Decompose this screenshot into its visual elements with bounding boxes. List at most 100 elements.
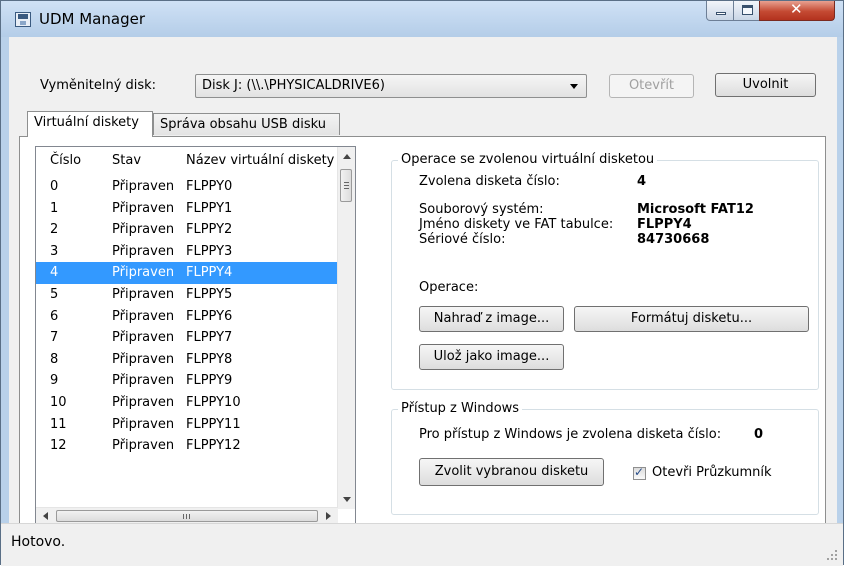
list-cell-name: FLPPY0 [186,179,233,194]
maximize-button[interactable] [733,1,760,21]
resize-grip-icon[interactable] [827,550,837,560]
list-cell-state: Připraven [112,416,175,432]
list-item[interactable]: 9 Připraven FLPPY9 [36,370,342,392]
maximize-icon [742,5,753,15]
close-button[interactable]: ✕ [759,0,835,21]
serial-value: 84730668 [637,232,710,247]
vertical-scrollbar[interactable] [337,147,355,509]
replace-from-image-button[interactable]: Nahraď z image... [419,306,564,332]
disk-select[interactable]: Disk J: (\\.\PHYSICALDRIVE6) [195,74,587,98]
close-icon: ✕ [790,0,803,18]
list-cell-number: 4 [50,265,59,281]
list-cell-name: FLPPY3 [186,243,233,259]
fat-name-label: Jméno diskety ve FAT tabulce: [419,217,614,232]
list-cell-state: Připraven [112,286,175,302]
list-cell-state: Připraven [112,265,175,281]
open-button[interactable]: Otevřít [609,74,694,98]
checkmark-icon: ✓ [634,465,645,479]
minimize-button[interactable] [706,1,734,21]
list-cell-number: 12 [50,438,67,454]
list-item[interactable]: 0 Připraven FLPPY0 [36,176,342,198]
serial-label: Sériové číslo: [419,232,506,247]
list-item[interactable]: 4 Připraven FLPPY4 [36,262,342,284]
list-cell-number: 10 [50,394,67,410]
windows-access-label: Pro přístup z Windows je zvolena disketa… [419,427,722,442]
list-cell-state: Připraven [112,330,175,346]
vertical-scroll-thumb[interactable] [340,169,352,202]
list-item[interactable]: 7 Připraven FLPPY7 [36,327,342,349]
release-button[interactable]: Uvolnit [715,73,816,97]
column-header-name[interactable]: Název virtuální diskety [186,153,334,168]
list-cell-number: 11 [50,416,67,432]
list-cell-state: Připraven [112,394,175,410]
list-cell-name: FLPPY11 [186,416,241,432]
list-cell-name: FLPPY10 [186,394,241,410]
tab-virtual-floppies[interactable]: Virtuální diskety [27,111,153,137]
list-cell-number: 7 [50,330,59,346]
list-item[interactable]: 5 Připraven FLPPY5 [36,284,342,306]
minimize-icon [716,12,726,15]
title-bar[interactable]: UDM Manager ✕ [1,0,843,37]
list-cell-name: FLPPY2 [186,222,233,238]
chevron-down-icon [570,84,578,89]
list-cell-state: Připraven [112,200,175,216]
list-cell-name: FLPPY1 [186,200,233,216]
format-floppy-button[interactable]: Formátuj disketu... [574,306,809,332]
list-cell-state: Připraven [112,222,175,238]
list-cell-state: Připraven [112,308,175,324]
list-cell-number: 3 [50,243,59,259]
disk-label: Vyměnitelný disk: [40,78,157,93]
open-explorer-label[interactable]: Otevři Průzkumník [652,465,772,480]
list-cell-name: FLPPY7 [186,330,233,346]
floppy-disk-icon [15,12,31,27]
list-cell-number: 6 [50,308,59,324]
list-item[interactable]: 11 Připraven FLPPY11 [36,414,342,436]
fat-name-value: FLPPY4 [637,217,692,232]
operations-group-title: Operace se zvolenou virtuální disketou [398,152,658,167]
list-cell-number: 1 [50,200,59,216]
column-header-number[interactable]: Číslo [50,153,81,168]
list-cell-number: 5 [50,286,59,302]
scroll-down-icon[interactable] [343,497,351,502]
list-cell-name: FLPPY5 [186,286,233,302]
list-cell-name: FLPPY4 [186,265,233,281]
horizontal-scroll-thumb[interactable] [56,510,318,522]
list-header: Číslo Stav Název virtuální diskety [36,147,336,175]
choose-selected-floppy-button[interactable]: Zvolit vybranou disketu [419,458,604,486]
list-item[interactable]: 6 Připraven FLPPY6 [36,306,342,328]
list-cell-state: Připraven [112,438,175,454]
list-item[interactable]: 10 Připraven FLPPY10 [36,392,342,414]
tab-usb-content[interactable]: Správa obsahu USB disku [153,113,340,135]
filesystem-value: Microsoft FAT12 [637,202,754,217]
list-cell-state: Připraven [112,351,175,367]
list-item[interactable]: 8 Připraven FLPPY8 [36,349,342,371]
list-cell-name: FLPPY12 [186,438,241,454]
scroll-right-icon[interactable] [326,512,331,520]
list-item[interactable]: 3 Připraven FLPPY3 [36,241,342,263]
list-cell-number: 9 [50,373,59,389]
list-cell-number: 8 [50,351,59,367]
windows-access-value: 0 [754,427,764,442]
list-item[interactable]: 1 Připraven FLPPY1 [36,198,342,220]
windows-access-group: Přístup z Windows Pro přístup z Windows … [391,401,819,515]
windows-access-group-title: Přístup z Windows [398,401,523,416]
scroll-up-icon[interactable] [343,154,351,159]
status-bar: Hotovo. [1,523,843,566]
list-cell-number: 2 [50,222,59,238]
list-item[interactable]: 12 Připraven FLPPY12 [36,435,342,457]
selected-disk-label: Zvolena disketa číslo: [419,174,560,189]
scroll-left-icon[interactable] [43,512,48,520]
list-rows: 0 Připraven FLPPY0 1 Připraven FLPPY1 2 Připrav… [36,176,342,457]
column-header-state[interactable]: Stav [112,153,141,168]
open-explorer-checkbox[interactable]: ✓ [633,465,646,480]
disk-select-value: Disk J: (\\.\PHYSICALDRIVE6) [202,78,385,93]
save-as-image-button[interactable]: Ulož jako image... [419,344,564,370]
operations-label: Operace: [419,280,479,295]
list-cell-name: FLPPY9 [186,373,233,389]
list-cell-state: Připraven [112,179,175,194]
list-cell-state: Připraven [112,373,175,389]
list-item[interactable]: 2 Připraven FLPPY2 [36,219,342,241]
main-window: UDM Manager ✕ Vyměnitelný disk: Disk J: … [0,0,844,566]
filesystem-label: Souborový systém: [419,202,544,217]
floppy-list[interactable]: Číslo Stav Název virtuální diskety 0 Přip… [35,146,356,526]
